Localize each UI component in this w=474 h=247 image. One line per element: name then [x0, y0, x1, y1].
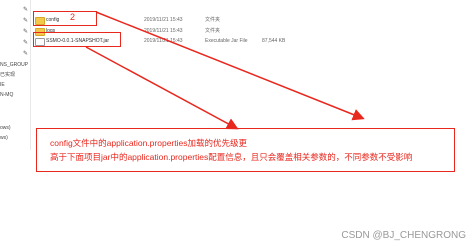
annotation-arrows — [85, 11, 365, 130]
annotation-line-2: 高于下面项目jar中的application.properties配置信息，且只… — [50, 152, 413, 162]
annotation-line-1: config文件中的application.properties加载的优先级更 — [50, 138, 247, 148]
arrow-config — [95, 11, 365, 121]
annotation-box — [36, 128, 455, 172]
watermark: CSDN @BJ_CHENGRONG — [341, 230, 466, 241]
